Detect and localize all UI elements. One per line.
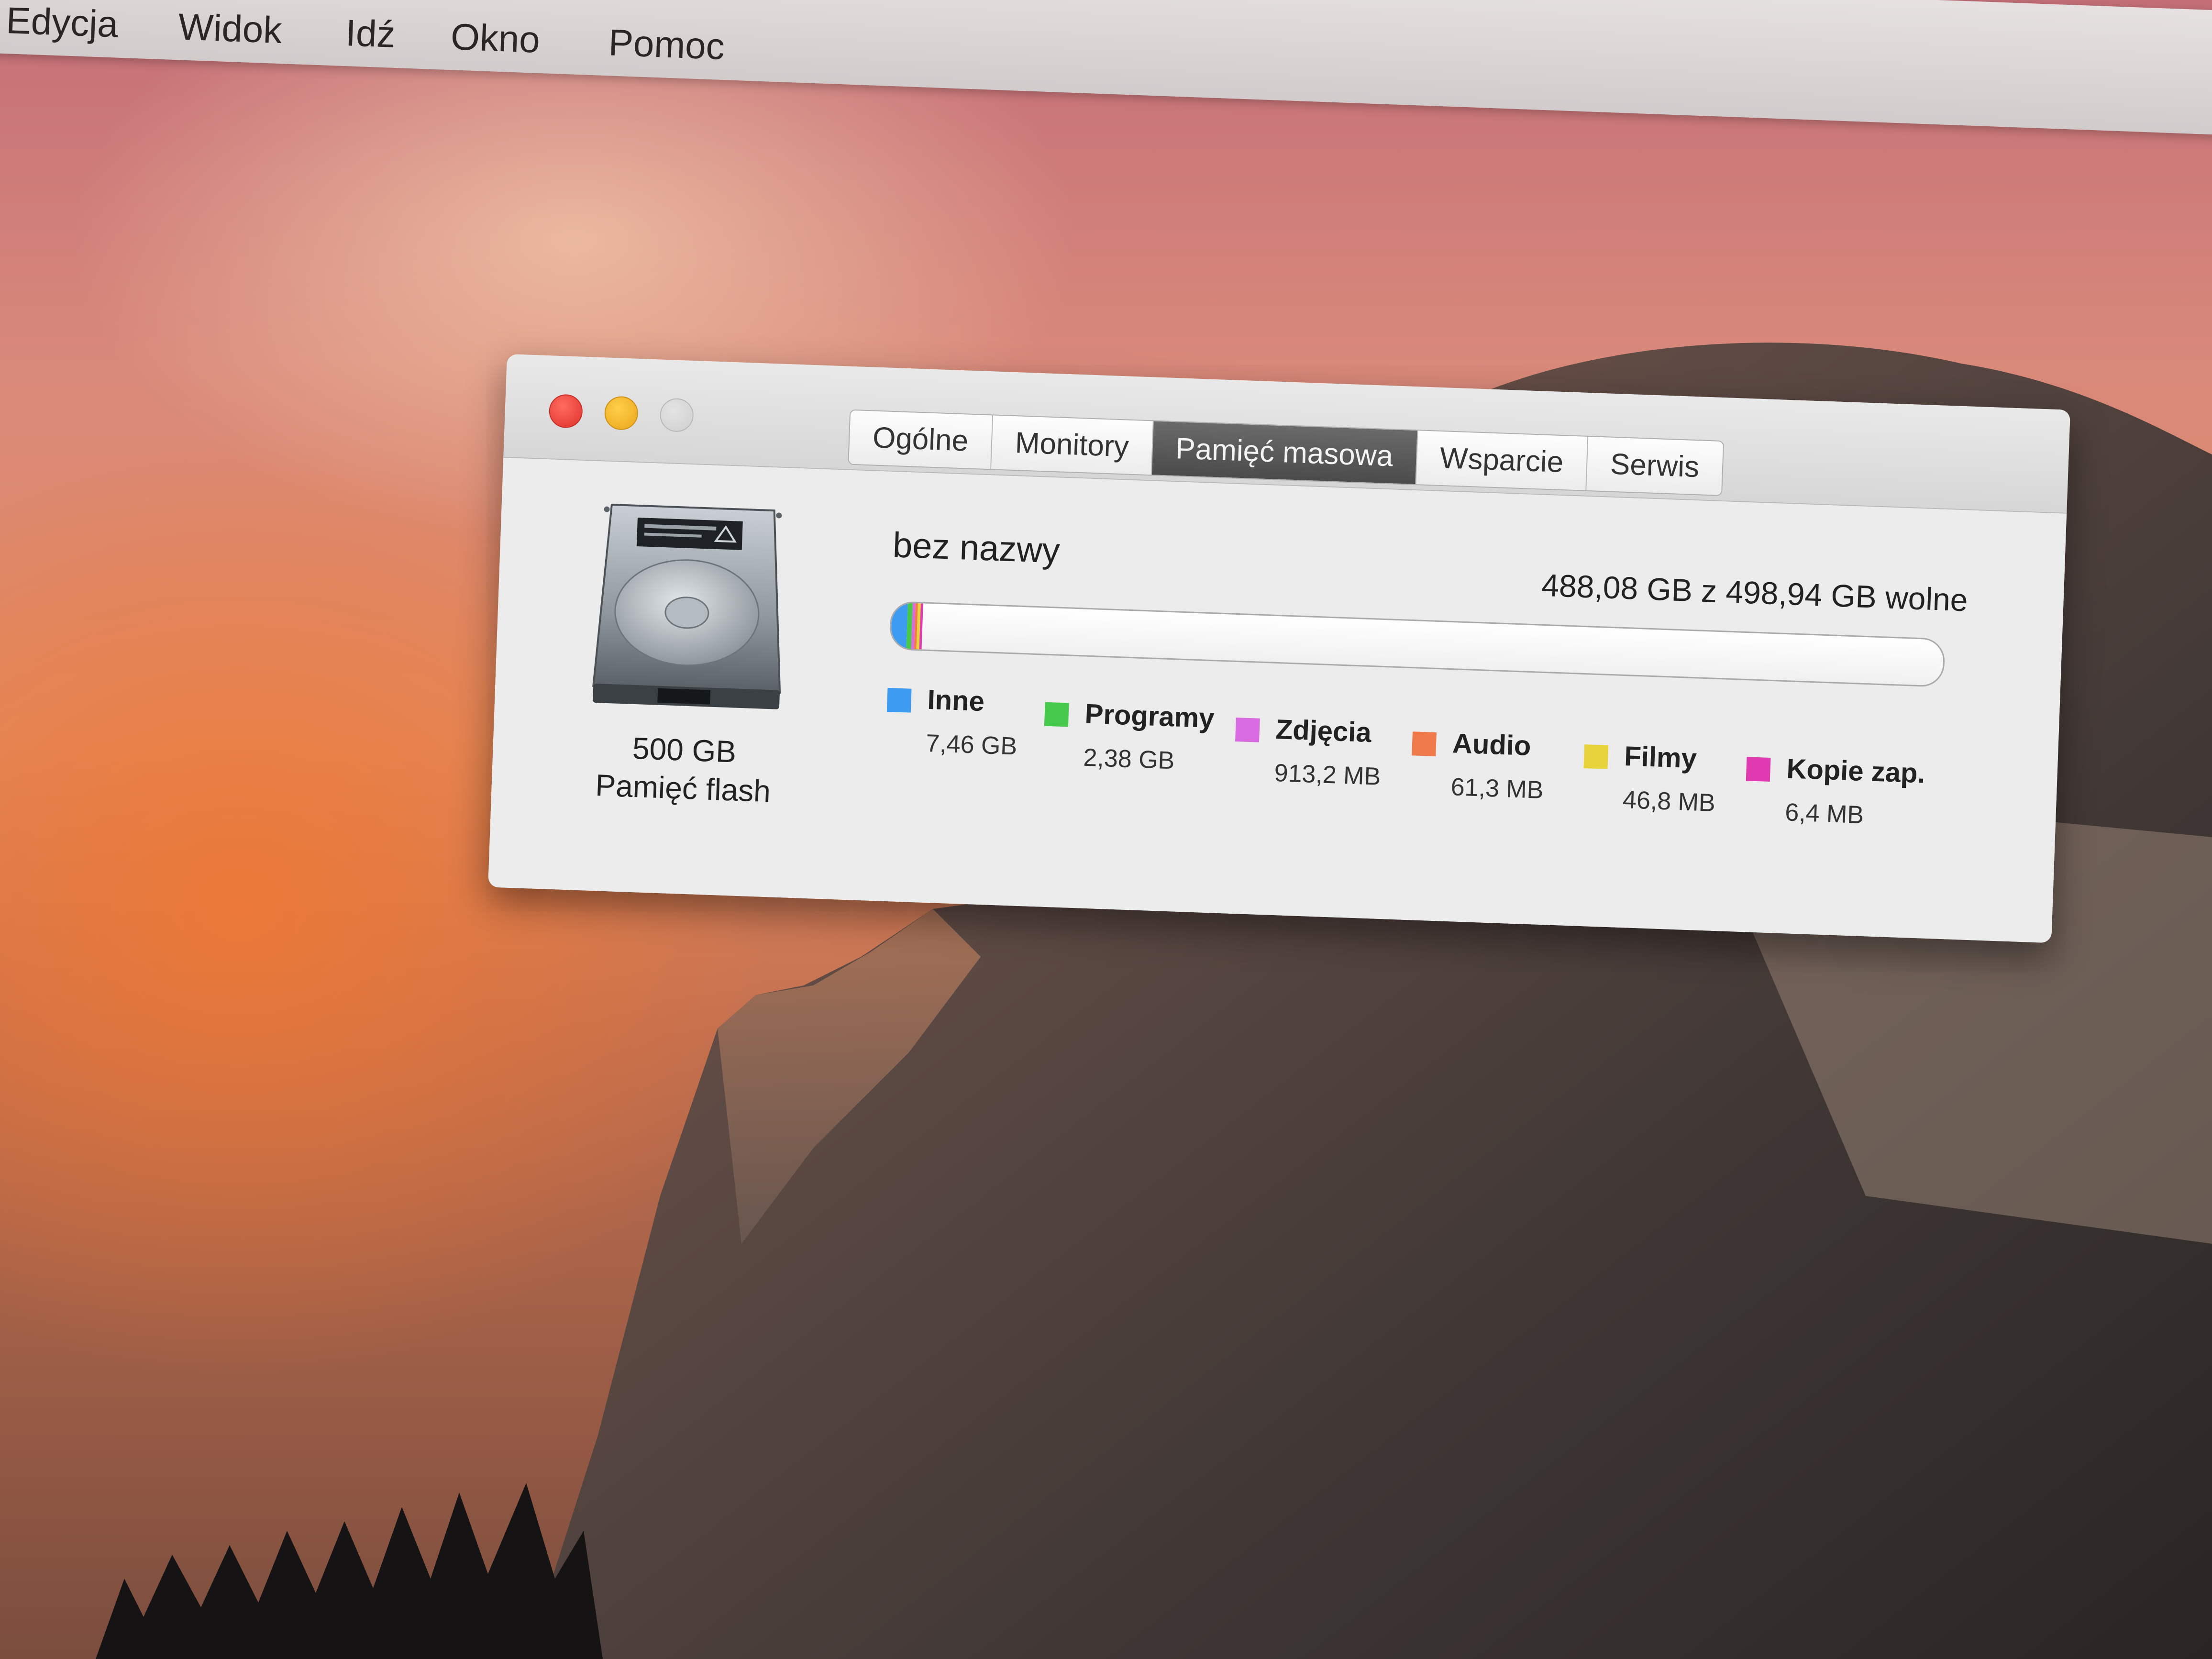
legend-swatch [1044, 702, 1069, 727]
legend-value: 61,3 MB [1450, 773, 1544, 805]
tab-displays[interactable]: Monitory [991, 415, 1154, 475]
storage-usage-bar [889, 601, 1946, 687]
minimize-button[interactable] [604, 396, 639, 431]
menu-help[interactable]: Pomoc [608, 21, 726, 68]
usage-segment [890, 602, 908, 649]
legend-value: 2,38 GB [1083, 743, 1175, 775]
zoom-button[interactable] [659, 398, 694, 432]
legend-label: Inne [927, 684, 985, 718]
legend-swatch [1746, 757, 1771, 782]
menu-view[interactable]: Widok [177, 5, 283, 52]
legend-value: 46,8 MB [1622, 786, 1716, 817]
tab-overview[interactable]: Ogólne [849, 410, 993, 469]
legend-label: Zdjęcia [1275, 714, 1372, 749]
drive-type: Pamięć flash [595, 768, 772, 809]
menu-edit[interactable]: Edycja [5, 0, 119, 46]
about-this-mac-window: Ogólne Monitory Pamięć masowa Wsparcie S… [488, 354, 2070, 943]
legend-label: Kopie zap. [1786, 753, 1926, 789]
volume-name: bez nazwy [892, 525, 1061, 571]
free-space-label: 488,08 GB z 498,94 GB wolne [1541, 567, 1969, 618]
legend-label: Programy [1084, 698, 1215, 734]
legend-swatch [1235, 717, 1260, 742]
hard-drive-icon [592, 503, 782, 709]
close-button[interactable] [548, 394, 584, 429]
storage-pane: 500 GB Pamięć flash bez nazwy 488,08 GB … [488, 457, 2067, 943]
legend-value: 6,4 MB [1784, 798, 1865, 830]
legend-label: Filmy [1624, 741, 1697, 774]
tab-support[interactable]: Wsparcie [1416, 431, 1589, 490]
menu-go[interactable]: Idź [345, 11, 396, 56]
legend-swatch [1583, 744, 1609, 769]
legend-label: Audio [1451, 728, 1532, 762]
legend-value: 7,46 GB [925, 729, 1018, 761]
legend-value: 913,2 MB [1273, 759, 1382, 791]
tab-storage[interactable]: Pamięć masowa [1151, 421, 1418, 485]
tab-service[interactable]: Serwis [1586, 437, 1723, 495]
storage-legend: Inne 7,46 GB Programy 2,38 GB Zdjęcia 913,2 M… [884, 682, 1988, 846]
drive-capacity: 500 GB [631, 730, 737, 769]
legend-swatch [886, 687, 912, 713]
menu-window[interactable]: Okno [450, 15, 541, 62]
legend-swatch [1412, 731, 1437, 756]
